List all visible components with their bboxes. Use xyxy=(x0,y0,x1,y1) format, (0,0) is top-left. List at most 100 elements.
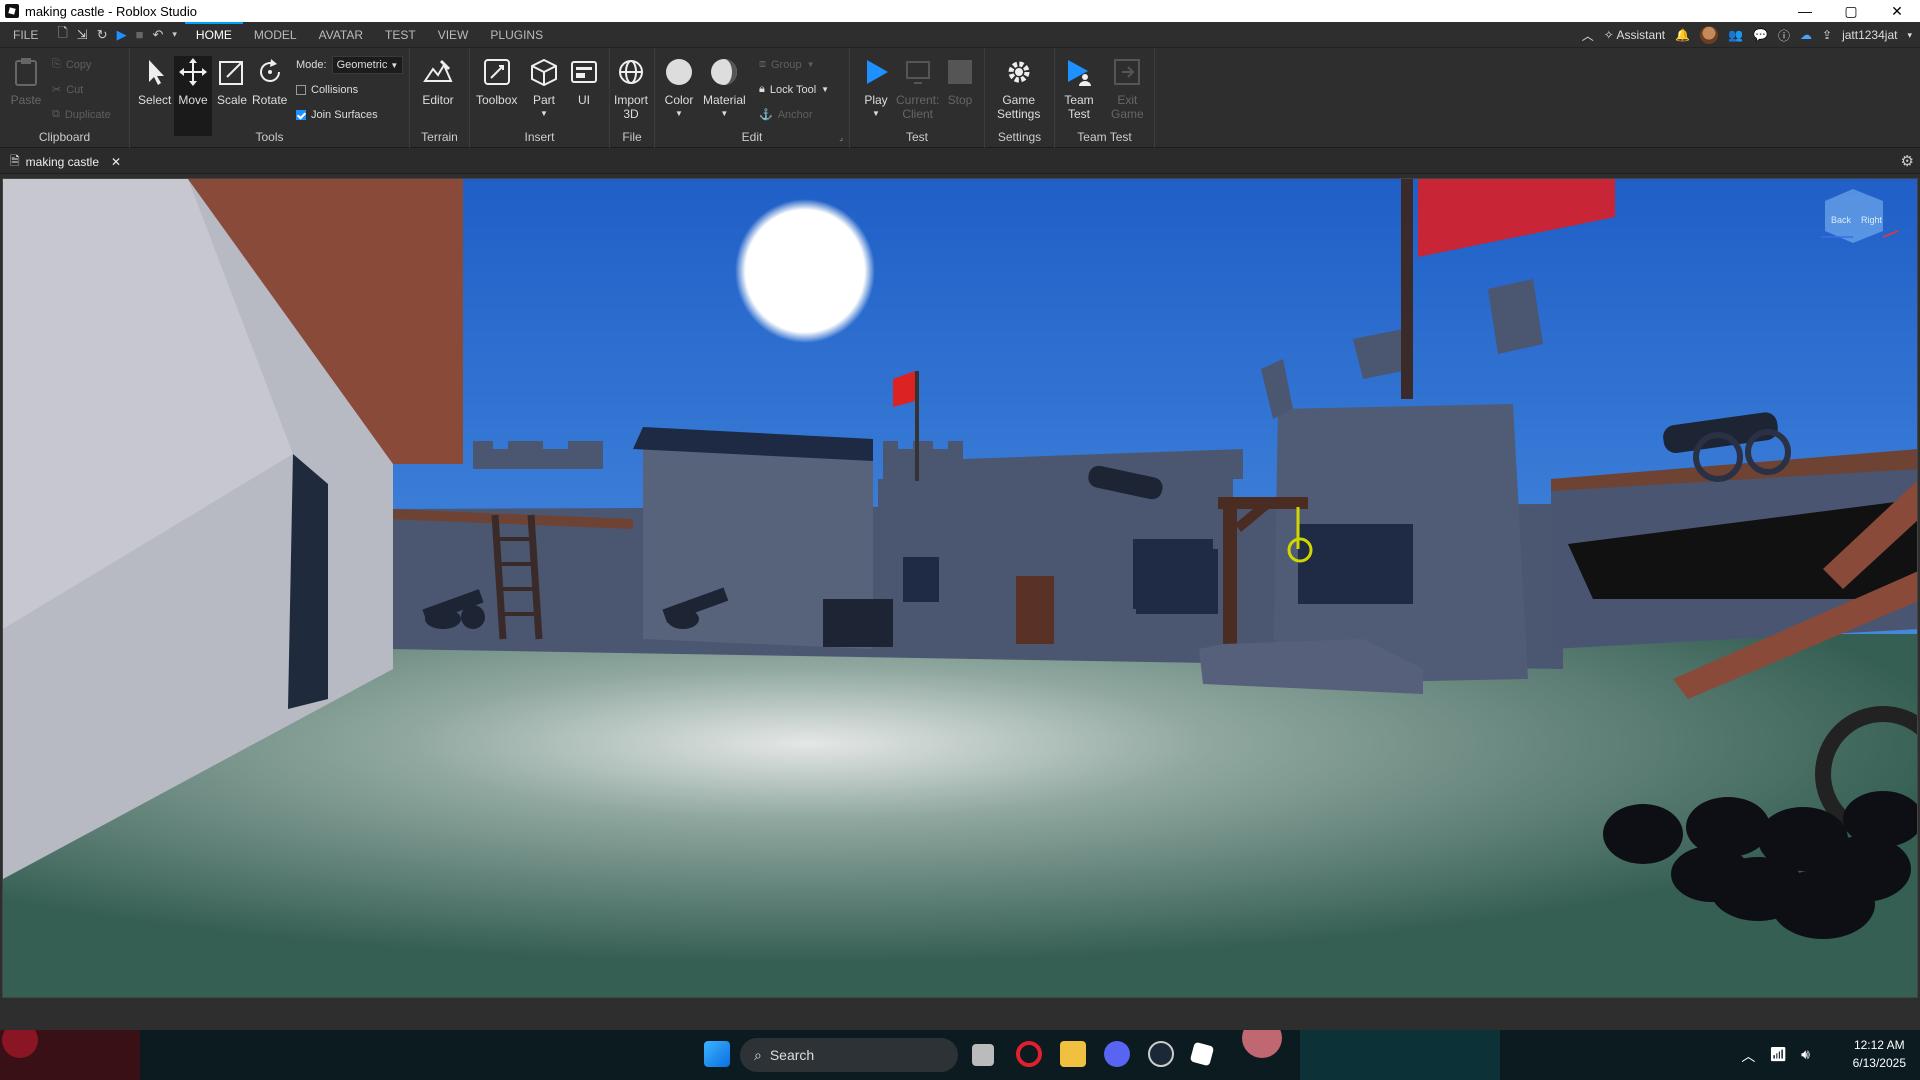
select-tool-button[interactable]: Select xyxy=(138,56,171,107)
stop-button[interactable]: Stop xyxy=(944,56,976,107)
status-bar xyxy=(0,998,1920,1030)
tab-plugins[interactable]: PLUGINS xyxy=(479,22,554,48)
tools-group: Select Move Scale Rotate Mode: Geometric… xyxy=(130,48,410,148)
minimize-button[interactable]: — xyxy=(1782,0,1828,22)
tray-overflow-icon[interactable]: ︿ xyxy=(1741,1046,1755,1066)
close-tab-icon[interactable]: ✕ xyxy=(111,155,121,169)
volume-icon[interactable]: 🔊︎ xyxy=(1801,1046,1810,1066)
scale-icon xyxy=(216,56,248,88)
lock-tool-dropdown-icon[interactable]: ▼ xyxy=(821,85,829,94)
notifications-icon[interactable]: 🔔 xyxy=(1675,28,1690,42)
clock-date: 6/13/2025 xyxy=(1852,1056,1906,1070)
discord-icon[interactable] xyxy=(1104,1041,1130,1067)
assistant-button[interactable]: ✧ Assistant xyxy=(1604,28,1665,42)
redo-icon[interactable]: ↻ xyxy=(97,27,108,43)
move-tool-button[interactable]: Move xyxy=(174,56,212,136)
mode-selector: Mode: Geometric ▼ xyxy=(296,56,404,74)
cloud-icon[interactable]: ☁ xyxy=(1800,28,1812,42)
rotate-tool-button[interactable]: Rotate xyxy=(252,56,287,107)
search-icon: ⌕ xyxy=(754,1046,762,1063)
viewport-settings-icon[interactable]: ⚙ xyxy=(1901,152,1914,170)
import-3d-button[interactable]: Import 3D xyxy=(614,56,648,121)
user-avatar[interactable] xyxy=(1700,26,1719,44)
game-settings-button[interactable]: Game Settings xyxy=(997,56,1040,121)
duplicate-button[interactable]: ⧉ Duplicate xyxy=(52,108,111,121)
tab-view[interactable]: VIEW xyxy=(427,22,480,48)
clipboard-group: Paste ⎘ Copy ✂ Cut ⧉ Duplicate Clipboard xyxy=(0,48,130,148)
document-tab-making-castle[interactable]: 🗎 making castle ✕ xyxy=(10,152,121,172)
part-button[interactable]: Part ▼ xyxy=(528,56,560,121)
file-menu[interactable]: FILE xyxy=(0,22,49,48)
collaborators-icon[interactable]: 👥 xyxy=(1728,28,1743,42)
team-test-group: Team Test Exit Game Team Test xyxy=(1055,48,1155,148)
color-button[interactable]: Color ▼ xyxy=(663,56,695,121)
close-window-button[interactable]: ✕ xyxy=(1874,0,1920,22)
tab-avatar[interactable]: AVATAR xyxy=(308,22,374,48)
collisions-checkbox[interactable] xyxy=(296,85,306,95)
play-dropdown-icon[interactable]: ▼ xyxy=(872,107,880,121)
settings-group-label: Settings xyxy=(997,130,1042,144)
windows-start-icon[interactable] xyxy=(704,1041,730,1067)
mode-dropdown[interactable]: Geometric ▼ xyxy=(331,56,404,74)
material-dropdown-icon[interactable]: ▼ xyxy=(720,107,728,121)
clock[interactable]: 12:12 AM 6/13/2025 xyxy=(1853,1036,1906,1072)
team-test-button[interactable]: Team Test xyxy=(1063,56,1095,121)
part-cube-icon xyxy=(528,56,560,88)
toolbox-button[interactable]: Toolbox xyxy=(476,56,517,107)
account-dropdown-icon[interactable]: ▾ xyxy=(1907,30,1912,41)
terrain-group-label: Terrain xyxy=(421,130,458,144)
chevron-down-icon: ▼ xyxy=(390,61,399,70)
copy-button[interactable]: ⎘ Copy xyxy=(52,58,92,71)
tab-model[interactable]: MODEL xyxy=(243,22,308,48)
scale-tool-button[interactable]: Scale xyxy=(216,56,248,107)
steam-icon[interactable] xyxy=(1148,1041,1174,1067)
3d-viewport[interactable]: Back Right xyxy=(2,178,1918,998)
cut-button[interactable]: ✂ Cut xyxy=(52,83,83,97)
play-button[interactable]: Play ▼ xyxy=(860,56,892,121)
taskbar-wallpaper xyxy=(0,1030,1500,1080)
exit-game-button[interactable]: Exit Game xyxy=(1111,56,1144,121)
gear-icon xyxy=(1003,56,1035,88)
tab-test[interactable]: TEST xyxy=(374,22,427,48)
edit-expand-icon[interactable]: ⌟ xyxy=(839,133,843,142)
edit-group-label: Edit xyxy=(741,130,763,144)
file-explorer-icon[interactable] xyxy=(1060,1041,1086,1067)
terrain-editor-button[interactable]: Editor xyxy=(422,56,454,107)
undo-icon[interactable]: ↶ xyxy=(152,27,163,43)
windows-taskbar: ⌕ Search ︿ 📶︎ 🔊︎ 12:12 AM 6/13/2025 xyxy=(0,1030,1920,1080)
quick-access-dropdown-icon[interactable]: ▾ xyxy=(172,29,177,40)
join-surfaces-checkbox[interactable] xyxy=(296,110,306,120)
color-dropdown-icon[interactable]: ▼ xyxy=(675,107,683,121)
join-surfaces-toggle[interactable]: Join Surfaces xyxy=(296,109,378,121)
wifi-icon[interactable]: 📶︎ xyxy=(1769,1046,1787,1066)
material-button[interactable]: Material ▼ xyxy=(703,56,746,121)
clock-time: 12:12 AM xyxy=(1853,1038,1905,1052)
help-icon[interactable]: ⓘ xyxy=(1778,27,1790,44)
task-view-icon[interactable] xyxy=(972,1044,994,1066)
lock-tool-button[interactable]: 🔒︎ Lock Tool ▼ xyxy=(759,83,829,96)
quick-play-icon[interactable]: ▶ xyxy=(117,27,127,43)
quick-stop-icon[interactable]: ■ xyxy=(136,27,144,42)
share-icon[interactable]: ⇪ xyxy=(1822,28,1832,42)
maximize-button[interactable]: ▢ xyxy=(1828,0,1874,22)
roblox-studio-icon xyxy=(5,4,19,18)
ui-button[interactable]: UI xyxy=(568,56,600,107)
new-file-icon[interactable]: 🗋 xyxy=(57,24,67,46)
chat-icon[interactable]: 💬 xyxy=(1753,28,1768,42)
taskbar-search[interactable]: ⌕ Search xyxy=(740,1038,958,1072)
material-sphere-icon xyxy=(708,56,740,88)
collapse-ribbon-icon[interactable]: ︿ xyxy=(1582,27,1594,44)
document-icon: 🗎 xyxy=(10,153,20,168)
group-button[interactable]: ⧈ Group ▼ xyxy=(759,58,815,71)
part-dropdown-icon[interactable]: ▼ xyxy=(540,107,548,121)
opera-icon[interactable] xyxy=(1016,1041,1042,1067)
publish-icon[interactable]: ⇲ xyxy=(77,27,88,43)
username-label[interactable]: jatt1234jat xyxy=(1842,28,1897,42)
import-3d-globe-icon xyxy=(615,56,647,88)
current-client-button[interactable]: Current: Client xyxy=(896,56,939,121)
paste-button[interactable]: Paste xyxy=(10,56,42,107)
collisions-toggle[interactable]: Collisions xyxy=(296,84,358,96)
tab-home[interactable]: HOME xyxy=(184,21,243,48)
anchor-button[interactable]: ⚓ Anchor xyxy=(759,108,813,122)
color-swatch-icon xyxy=(663,56,695,88)
